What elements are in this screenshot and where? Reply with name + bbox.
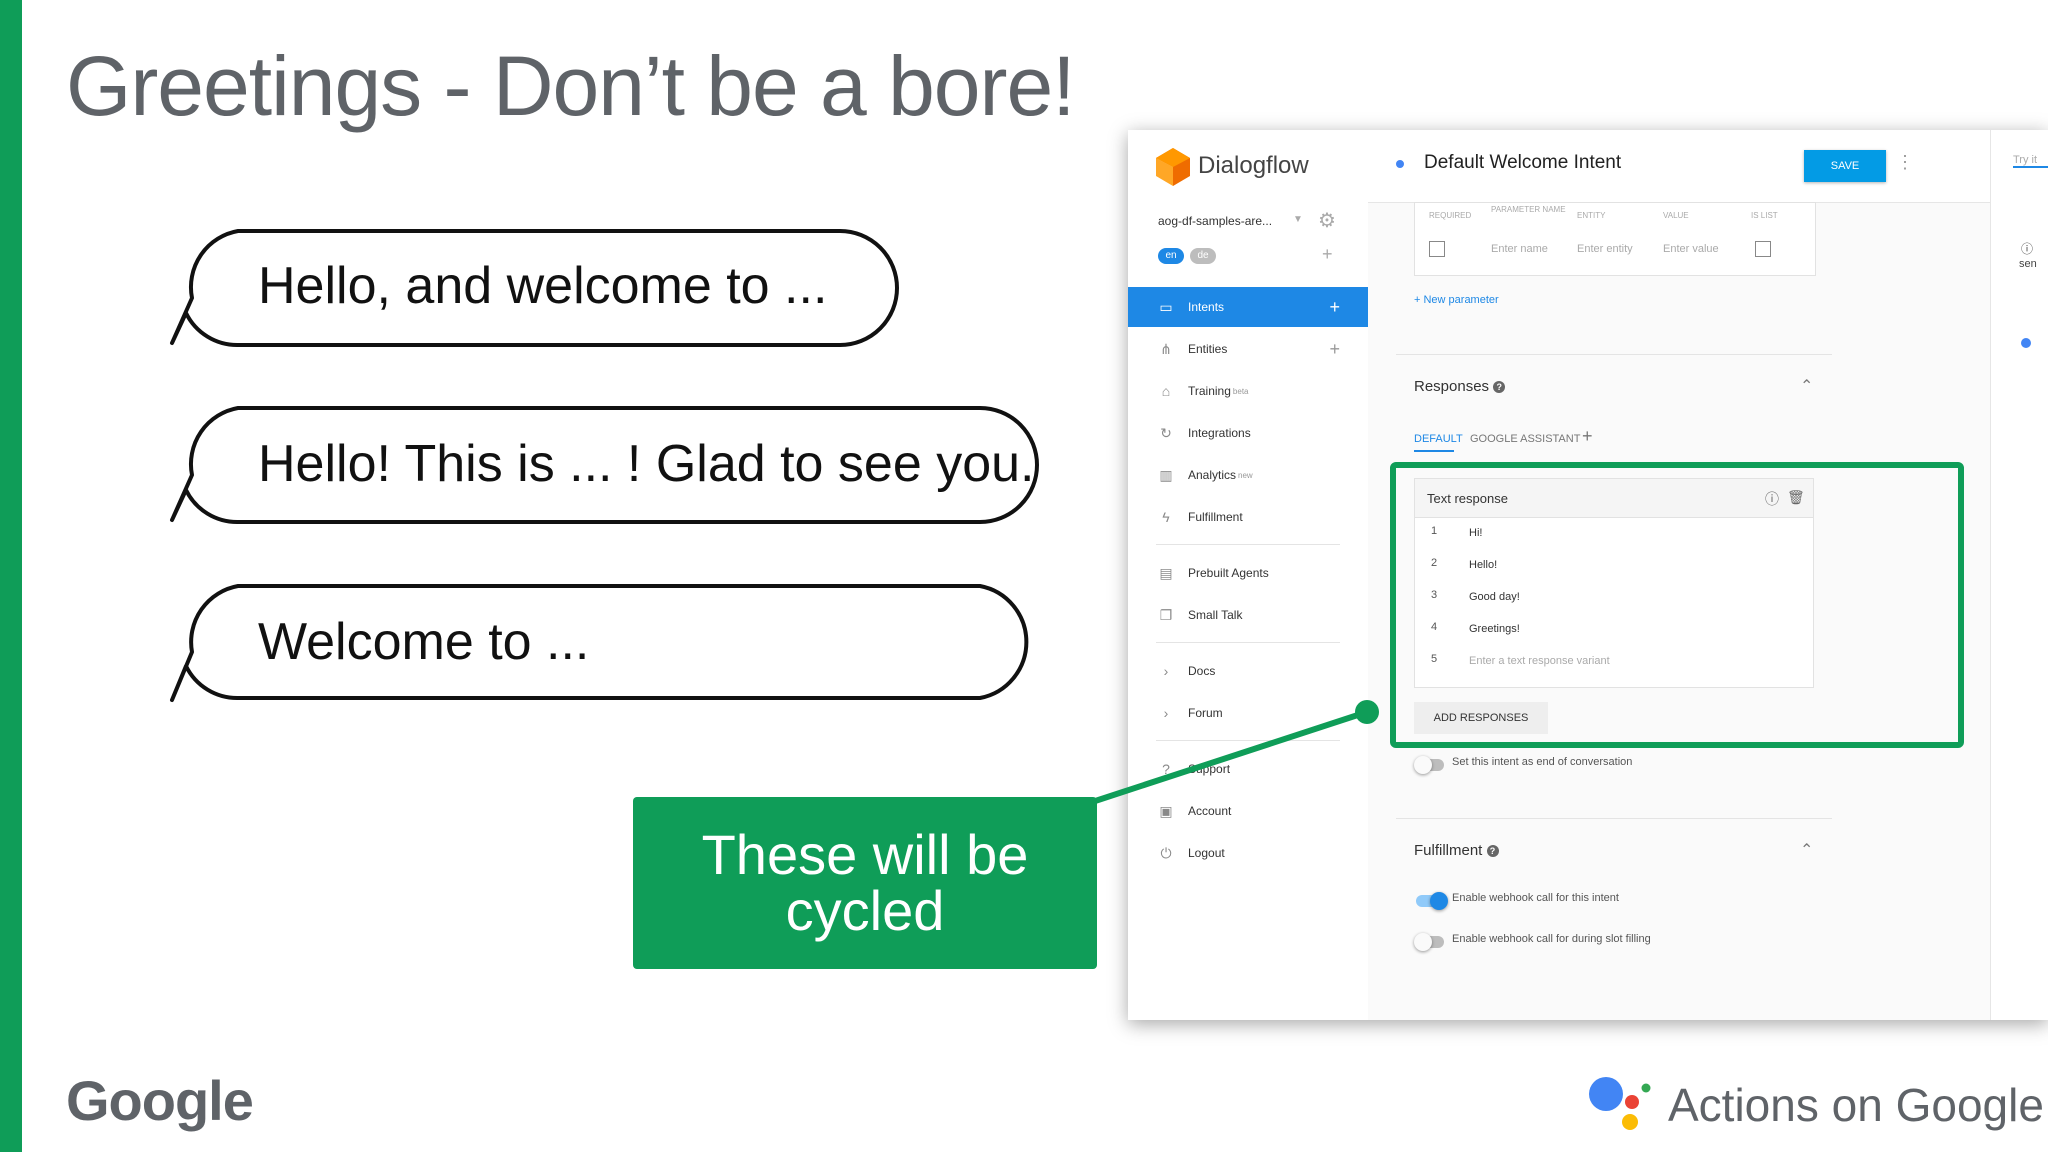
nav-logout[interactable]: ⏻ Logout <box>1128 833 1368 873</box>
nav-intents[interactable]: ▭ Intents + <box>1128 287 1368 327</box>
chat-icon: ▭ <box>1159 299 1173 315</box>
bubble-text-2: Hello! This is ... ! Glad to see you. <box>258 435 1035 493</box>
add-intent-icon[interactable]: + <box>1329 297 1340 318</box>
try-it-snippet: sen <box>2019 258 2037 270</box>
actions-on-google-wordmark: Actions on Google <box>1668 1079 2044 1131</box>
param-header-required: REQUIRED <box>1429 211 1472 220</box>
divider <box>1156 544 1340 545</box>
bubble-text-3: Welcome to ... <box>258 613 590 671</box>
nav-entities[interactable]: ⋔ Entities + <box>1128 329 1368 369</box>
assistant-icon <box>2021 338 2031 348</box>
bubble-text-1: Hello, and welcome to ... <box>258 257 828 315</box>
dialogflow-logo-icon <box>1156 148 1190 186</box>
nav-prebuilt-agents[interactable]: ▤ Prebuilt Agents <box>1128 553 1368 593</box>
collapse-chevron-icon[interactable]: ⌃ <box>1800 840 1813 860</box>
info-icon: ⓘ <box>2021 242 2034 256</box>
intent-name[interactable]: Default Welcome Intent <box>1424 152 1621 174</box>
google-logo: Google <box>66 1069 254 1132</box>
nav-integrations[interactable]: ↻ Integrations <box>1128 413 1368 453</box>
intent-status-dot <box>1396 160 1404 168</box>
language-de[interactable]: de <box>1190 248 1216 264</box>
tab-default[interactable]: DEFAULT <box>1414 433 1463 445</box>
speech-icon: ❐ <box>1159 607 1173 623</box>
collapse-chevron-icon[interactable]: ⌃ <box>1800 376 1813 396</box>
help-icon[interactable]: ? <box>1493 381 1506 394</box>
param-header-name: PARAMETER NAME <box>1491 205 1566 214</box>
language-en[interactable]: en <box>1158 248 1184 264</box>
tab-default-underline <box>1414 450 1454 452</box>
graduation-cap-icon: ⌂ <box>1161 383 1171 399</box>
help-icon[interactable]: ? <box>1486 845 1499 858</box>
lightning-icon: ϟ <box>1162 509 1170 525</box>
is-list-checkbox[interactable] <box>1755 241 1771 257</box>
nav-fulfillment[interactable]: ϟ Fulfillment <box>1128 497 1368 537</box>
add-tab-icon[interactable]: + <box>1582 426 1593 447</box>
add-entity-icon[interactable]: + <box>1329 339 1340 360</box>
dialogflow-brand: Dialogflow <box>1198 152 1309 179</box>
sync-icon: ↻ <box>1160 425 1172 441</box>
parameters-table: REQUIRED PARAMETER NAME ENTITY VALUE IS … <box>1414 202 1816 276</box>
add-language-icon[interactable]: + <box>1322 244 1333 265</box>
param-header-value: VALUE <box>1663 211 1689 220</box>
slot-filling-toggle[interactable] <box>1414 933 1444 951</box>
divider <box>1156 642 1340 643</box>
end-conversation-label: Set this intent as end of conversation <box>1452 756 1633 768</box>
nav-docs[interactable]: › Docs <box>1128 651 1368 691</box>
try-it-input[interactable]: Try it <box>2013 154 2048 168</box>
power-icon: ⏻ <box>1160 845 1172 861</box>
param-name-input[interactable]: Enter name <box>1491 243 1548 255</box>
param-entity-input[interactable]: Enter entity <box>1577 243 1633 255</box>
fulfillment-heading: Fulfillment ? <box>1414 842 1499 859</box>
tab-google-assistant[interactable]: GOOGLE ASSISTANT <box>1470 433 1580 445</box>
callout-connector <box>1085 700 1379 807</box>
slot-filling-label: Enable webhook call for during slot fill… <box>1452 933 1651 945</box>
gear-icon[interactable]: ⚙ <box>1318 208 1336 233</box>
param-header-islist: IS LIST <box>1751 211 1778 220</box>
param-header-entity: ENTITY <box>1577 211 1606 220</box>
more-vert-icon[interactable]: ⋮ <box>1896 152 1914 173</box>
nav-training[interactable]: ⌂ Training beta <box>1128 371 1368 411</box>
highlight-box <box>1390 462 1964 748</box>
caret-down-icon[interactable]: ▼ <box>1293 214 1303 225</box>
callout-box: These will be cycled <box>633 797 1097 969</box>
try-it-panel: Try it ⓘ sen <box>1990 130 2048 1020</box>
webhook-label: Enable webhook call for this intent <box>1452 892 1619 904</box>
book-icon: ▤ <box>1159 565 1173 581</box>
nav-analytics[interactable]: ▥ Analytics new <box>1128 455 1368 495</box>
nav-small-talk[interactable]: ❐ Small Talk <box>1128 595 1368 635</box>
responses-heading: Responses ? <box>1414 378 1506 395</box>
webhook-toggle[interactable] <box>1416 892 1448 910</box>
bar-chart-icon: ▥ <box>1159 467 1173 483</box>
new-parameter-link[interactable]: + New parameter <box>1414 294 1499 306</box>
required-checkbox[interactable] <box>1429 241 1445 257</box>
param-value-input[interactable]: Enter value <box>1663 243 1719 255</box>
dialogflow-sidebar: Dialogflow aog-df-samples-are... ▼ ⚙ en … <box>1128 130 1369 1020</box>
hierarchy-icon: ⋔ <box>1160 341 1172 357</box>
chevron-right-icon: › <box>1163 663 1169 679</box>
divider <box>1396 818 1832 819</box>
end-conversation-toggle[interactable] <box>1414 756 1444 774</box>
divider <box>1396 354 1832 355</box>
agent-selector[interactable]: aog-df-samples-are... <box>1158 214 1272 228</box>
google-assistant-logo-icon <box>1589 1077 1651 1130</box>
callout-text: These will be cycled <box>701 823 1029 942</box>
save-button[interactable]: SAVE <box>1804 150 1886 182</box>
